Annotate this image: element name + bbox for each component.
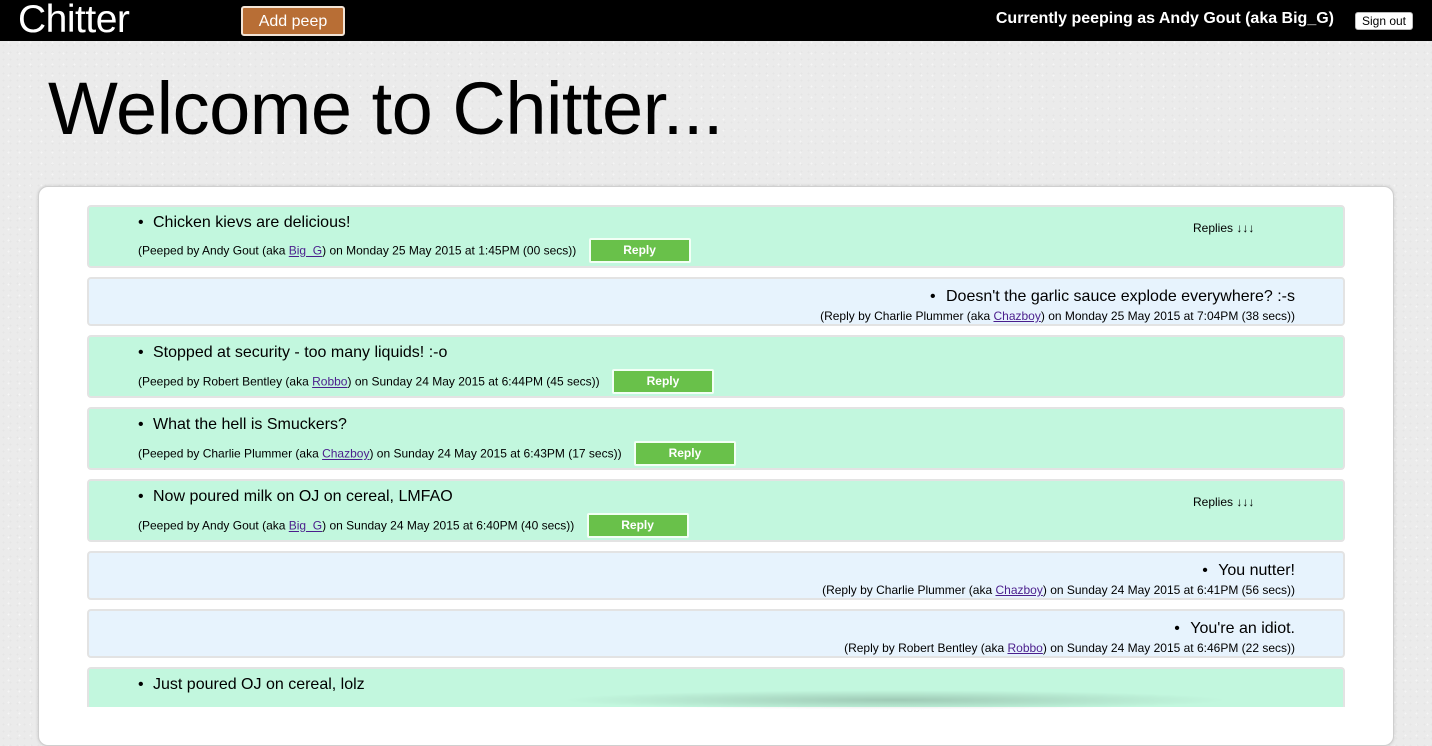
reply-text: You nutter! bbox=[1202, 562, 1295, 580]
peep-meta-suffix: ) on Sunday 24 May 2015 at 6:43PM (17 se… bbox=[369, 446, 622, 461]
user-handle-link[interactable]: Big_G bbox=[289, 519, 322, 533]
reply-text: Doesn't the garlic sauce explode everywh… bbox=[930, 288, 1295, 306]
peep-item: What the hell is Smuckers? (Peeped by Ch… bbox=[87, 407, 1345, 470]
peep-item: Chicken kievs are delicious! (Peeped by … bbox=[87, 205, 1345, 268]
reply-item: You nutter! (Reply by Charlie Plummer (a… bbox=[87, 551, 1345, 600]
peep-meta-prefix: (Peeped by Robert Bentley (aka bbox=[138, 374, 313, 389]
peep-meta: (Peeped by Charlie Plummer (aka Chazboy)… bbox=[138, 441, 736, 467]
user-handle-link[interactable]: Robbo bbox=[1007, 641, 1042, 655]
peep-meta-suffix: ) on Monday 25 May 2015 at 1:45PM (00 se… bbox=[322, 243, 577, 258]
reply-meta-prefix: (Reply by Charlie Plummer (aka bbox=[822, 583, 996, 597]
reply-item: You're an idiot. (Reply by Robert Bentle… bbox=[87, 609, 1345, 658]
peep-item: Now poured milk on OJ on cereal, LMFAO (… bbox=[87, 479, 1345, 542]
top-navbar: Chitter Add peep Currently peeping as An… bbox=[0, 0, 1432, 41]
reply-text: You're an idiot. bbox=[1174, 620, 1295, 638]
user-handle-link[interactable]: Chazboy bbox=[322, 447, 369, 461]
peep-text: What the hell is Smuckers? bbox=[138, 416, 347, 434]
reply-meta-suffix: ) on Monday 25 May 2015 at 7:04PM (38 se… bbox=[1040, 309, 1295, 323]
peep-text: Chicken kievs are delicious! bbox=[138, 214, 350, 232]
reply-button[interactable]: Reply bbox=[611, 369, 714, 394]
reply-meta: (Reply by Robert Bentley (aka Robbo) on … bbox=[844, 640, 1295, 656]
reply-button[interactable]: Reply bbox=[633, 441, 736, 466]
page-title: Welcome to Chitter... bbox=[48, 67, 723, 150]
peep-item: Stopped at security - too many liquids! … bbox=[87, 335, 1345, 398]
peep-meta-prefix: (Peeped by Charlie Plummer (aka bbox=[138, 446, 323, 461]
reply-meta-prefix: (Reply by Robert Bentley (aka bbox=[844, 641, 1008, 655]
replies-toggle[interactable]: Replies ↓↓↓ bbox=[1193, 495, 1254, 509]
add-peep-button[interactable]: Add peep bbox=[241, 6, 345, 36]
reply-meta: (Reply by Charlie Plummer (aka Chazboy) … bbox=[820, 308, 1295, 324]
sign-out-button[interactable]: Sign out bbox=[1355, 12, 1413, 30]
peep-meta-prefix: (Peeped by Andy Gout (aka bbox=[138, 518, 289, 533]
reply-meta-prefix: (Reply by Charlie Plummer (aka bbox=[820, 309, 994, 323]
reply-button[interactable]: Reply bbox=[588, 238, 691, 263]
reply-meta-suffix: ) on Sunday 24 May 2015 at 6:41PM (56 se… bbox=[1042, 583, 1295, 597]
current-user-status: Currently peeping as Andy Gout (aka Big_… bbox=[995, 10, 1334, 27]
user-handle-link[interactable]: Chazboy bbox=[995, 583, 1042, 597]
peep-text: Stopped at security - too many liquids! … bbox=[138, 344, 447, 362]
peep-text: Now poured milk on OJ on cereal, LMFAO bbox=[138, 488, 453, 506]
replies-toggle[interactable]: Replies ↓↓↓ bbox=[1193, 221, 1254, 235]
peep-text: Just poured OJ on cereal, lolz bbox=[138, 676, 365, 694]
reply-button[interactable]: Reply bbox=[586, 513, 689, 538]
user-handle-link[interactable]: Chazboy bbox=[993, 309, 1040, 323]
reply-meta-suffix: ) on Sunday 24 May 2015 at 6:46PM (22 se… bbox=[1042, 641, 1295, 655]
peep-meta: (Peeped by Robert Bentley (aka Robbo) on… bbox=[138, 369, 714, 395]
peep-meta-suffix: ) on Sunday 24 May 2015 at 6:40PM (40 se… bbox=[322, 518, 575, 533]
user-handle-link[interactable]: Robbo bbox=[312, 375, 347, 389]
chitter-logo[interactable]: Chitter bbox=[18, 0, 130, 42]
reply-item: Doesn't the garlic sauce explode everywh… bbox=[87, 277, 1345, 326]
peep-meta: (Peeped by Andy Gout (aka Big_G) on Sund… bbox=[138, 513, 689, 539]
scroll-shadow bbox=[560, 690, 1230, 710]
reply-meta: (Reply by Charlie Plummer (aka Chazboy) … bbox=[822, 582, 1295, 598]
peep-meta: (Peeped by Andy Gout (aka Big_G) on Mond… bbox=[138, 238, 691, 264]
peep-meta-suffix: ) on Sunday 24 May 2015 at 6:44PM (45 se… bbox=[347, 374, 600, 389]
peep-meta-prefix: (Peeped by Andy Gout (aka bbox=[138, 243, 289, 258]
user-handle-link[interactable]: Big_G bbox=[289, 244, 322, 258]
